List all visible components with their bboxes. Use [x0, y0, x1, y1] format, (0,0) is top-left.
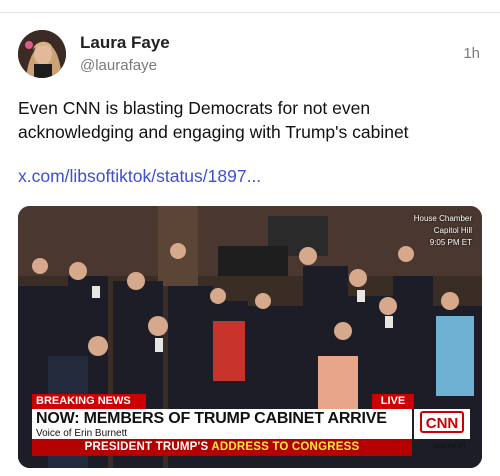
video-embed[interactable]: House Chamber Capitol Hill 9:05 PM ET BR… [18, 206, 482, 468]
post-time[interactable]: 1h [463, 45, 480, 62]
ticker-bar: PRESIDENT TRUMP'S ADDRESS TO CONGRESS [32, 439, 412, 456]
top-divider [0, 12, 500, 13]
avatar-image [18, 30, 66, 78]
avatar[interactable] [18, 30, 66, 78]
ticker-text-1: PRESIDENT TRUMP'S [84, 441, 209, 453]
tweet-text: Even CNN is blasting Democrats for not e… [18, 98, 409, 142]
bug-line-3: 9:05 PM ET [429, 238, 472, 247]
tweet-link[interactable]: x.com/libsoftiktok/status/1897... [18, 166, 261, 187]
author-handle[interactable]: @laurafaye [80, 57, 157, 74]
location-bug: House Chamber Capitol Hill 9:05 PM ET [414, 213, 472, 249]
cnn-logo-icon: CNN [420, 411, 464, 433]
lower-third: BREAKING NEWS LIVE NOW: MEMBERS OF TRUMP… [32, 394, 470, 459]
live-badge: LIVE [372, 394, 414, 409]
ticker-text-2: ADDRESS TO CONGRESS [211, 441, 360, 453]
bug-line-2: Capitol Hill [433, 226, 472, 235]
subheadline: Voice of Erin Burnett [36, 428, 128, 439]
headline-box: NOW: MEMBERS OF TRUMP CABINET ARRIVE Voi… [32, 409, 412, 439]
headline: NOW: MEMBERS OF TRUMP CABINET ARRIVE [36, 410, 387, 427]
author-name[interactable]: Laura Faye [80, 33, 170, 53]
network-time: 6:05 PM PT [434, 444, 466, 450]
bug-line-1: House Chamber [413, 214, 472, 223]
network-box: CNN 6:05 PM PT [414, 409, 470, 450]
breaking-news-label: BREAKING NEWS [32, 394, 146, 409]
